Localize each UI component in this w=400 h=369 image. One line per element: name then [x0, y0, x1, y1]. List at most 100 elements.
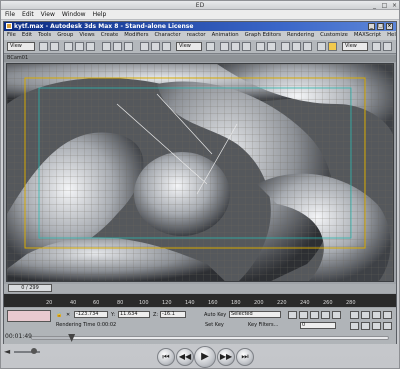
max-menu-help[interactable]: Help	[387, 31, 396, 40]
orbit-icon[interactable]	[361, 311, 370, 319]
roll-icon[interactable]	[383, 322, 392, 330]
minimize-icon[interactable]: _	[371, 2, 378, 9]
time-slider[interactable]: 0 / 299	[4, 284, 396, 293]
redo-icon[interactable]	[50, 42, 59, 51]
set-key-button[interactable]: Set Key	[205, 322, 224, 328]
goto-start-icon[interactable]	[288, 311, 297, 319]
selected-dropdown[interactable]: Selected	[229, 311, 281, 318]
link-icon[interactable]	[64, 42, 73, 51]
track-tick: 40	[70, 300, 77, 306]
menu-file[interactable]: File	[5, 10, 15, 19]
main-toolbar: View View View	[4, 40, 396, 54]
track-tick: 120	[162, 300, 172, 306]
quick-render-icon[interactable]	[372, 42, 381, 51]
max-menu-animation[interactable]: Animation	[212, 31, 239, 40]
unlink-icon[interactable]	[75, 42, 84, 51]
align-icon[interactable]	[267, 42, 276, 51]
pivot-icon[interactable]	[206, 42, 215, 51]
fov-icon[interactable]	[372, 322, 381, 330]
max-menu-create[interactable]: Create	[101, 31, 119, 40]
prev-frame-icon[interactable]	[299, 311, 308, 319]
snap-icon[interactable]	[220, 42, 229, 51]
max-menu-modifiers[interactable]: Modifiers	[124, 31, 148, 40]
menu-view[interactable]: View	[41, 10, 55, 19]
max-title-bar: kytf.max - Autodesk 3ds Max 8 - Stand-al…	[4, 22, 396, 31]
max-maximize-icon[interactable]: □	[377, 23, 384, 30]
render-type-dropdown[interactable]: View	[342, 42, 368, 51]
camera-viewport[interactable]	[6, 63, 394, 282]
goto-end-icon[interactable]	[332, 311, 341, 319]
play-button[interactable]: ▶	[194, 346, 216, 368]
z-label: Z:	[153, 312, 159, 318]
close-icon[interactable]: ×	[391, 2, 398, 9]
y-coordinate-field[interactable]: 11.634	[118, 311, 150, 318]
max-menu-graph-editors[interactable]: Graph Editors	[245, 31, 281, 40]
curve-editor-icon[interactable]	[292, 42, 301, 51]
teapot-icon[interactable]	[383, 42, 392, 51]
reference-coord-dropdown[interactable]: View	[176, 42, 202, 51]
next-frame-icon[interactable]	[321, 311, 330, 319]
maxscript-listener[interactable]	[7, 310, 51, 322]
speaker-icon: ◄	[4, 347, 11, 356]
x-coordinate-field[interactable]: -123.734	[74, 311, 108, 318]
select-by-name-icon[interactable]	[113, 42, 122, 51]
bind-icon[interactable]	[86, 42, 95, 51]
zoom-icon[interactable]	[372, 311, 381, 319]
max-menu-views[interactable]: Views	[79, 31, 94, 40]
mirror-icon[interactable]	[256, 42, 265, 51]
maximize-icon[interactable]: □	[381, 2, 388, 9]
select-icon[interactable]	[102, 42, 111, 51]
move-icon[interactable]	[140, 42, 149, 51]
next-button[interactable]: ⏭	[236, 348, 254, 366]
lock-icon[interactable]: 🔒	[56, 312, 62, 318]
volume-thumb[interactable]	[31, 348, 37, 354]
max-menu-maxscript[interactable]: MAXScript	[354, 31, 381, 40]
max-menu-file[interactable]: File	[7, 31, 16, 40]
z-coordinate-field[interactable]: -16.1	[160, 311, 186, 318]
dolly-icon[interactable]	[361, 322, 370, 330]
menu-edit[interactable]: Edit	[22, 10, 34, 19]
max-menu-customize[interactable]: Customize	[320, 31, 348, 40]
scrub-bar[interactable]	[31, 334, 389, 342]
maximize-viewport-icon[interactable]	[383, 311, 392, 319]
max-menu-group[interactable]: Group	[57, 31, 73, 40]
scale-icon[interactable]	[162, 42, 171, 51]
fast-forward-button[interactable]: ▶▶	[217, 348, 235, 366]
play-animation-icon[interactable]	[310, 311, 319, 319]
max-menu-reactor[interactable]: reactor	[187, 31, 206, 40]
current-time: 00:01:49	[5, 333, 32, 340]
schematic-icon[interactable]	[303, 42, 312, 51]
rotate-icon[interactable]	[151, 42, 160, 51]
max-close-icon[interactable]: ×	[386, 23, 393, 30]
track-tick: 240	[300, 300, 310, 306]
undo-icon[interactable]	[39, 42, 48, 51]
angle-snap-icon[interactable]	[231, 42, 240, 51]
material-editor-icon[interactable]	[317, 42, 326, 51]
truck-icon[interactable]	[350, 322, 359, 330]
render-scene-icon[interactable]	[328, 42, 337, 51]
coordinate-dropdown[interactable]: View	[7, 42, 35, 51]
layer-icon[interactable]	[281, 42, 290, 51]
menu-window[interactable]: Window	[62, 10, 86, 19]
time-slider-handle[interactable]: 0 / 299	[8, 284, 52, 292]
player-menubar: File Edit View Window Help	[1, 10, 399, 20]
rewind-button[interactable]: ◀◀	[176, 348, 194, 366]
max-menu-edit[interactable]: Edit	[22, 31, 32, 40]
region-icon[interactable]	[124, 42, 133, 51]
max-menu-tools[interactable]: Tools	[38, 31, 51, 40]
track-bar[interactable]: 20 40 60 80 100 120 140 160 180 200 220 …	[4, 294, 396, 307]
max-menu-rendering[interactable]: Rendering	[287, 31, 314, 40]
max-minimize-icon[interactable]: _	[368, 23, 375, 30]
auto-key-button[interactable]: Auto Key	[204, 312, 226, 318]
menu-help[interactable]: Help	[93, 10, 107, 19]
current-frame-field[interactable]: 0	[300, 322, 336, 329]
volume-control[interactable]: ◄	[4, 347, 42, 357]
max-menubar: File Edit Tools Group Views Create Modif…	[4, 31, 396, 40]
previous-button[interactable]: ⏮	[157, 348, 175, 366]
pan-icon[interactable]	[350, 311, 359, 319]
viewport-label[interactable]: BCam01	[4, 55, 396, 62]
track-tick: 20	[46, 300, 53, 306]
max-menu-character[interactable]: Character	[154, 31, 180, 40]
key-filters-button[interactable]: Key Filters...	[248, 322, 278, 328]
percent-snap-icon[interactable]	[242, 42, 251, 51]
